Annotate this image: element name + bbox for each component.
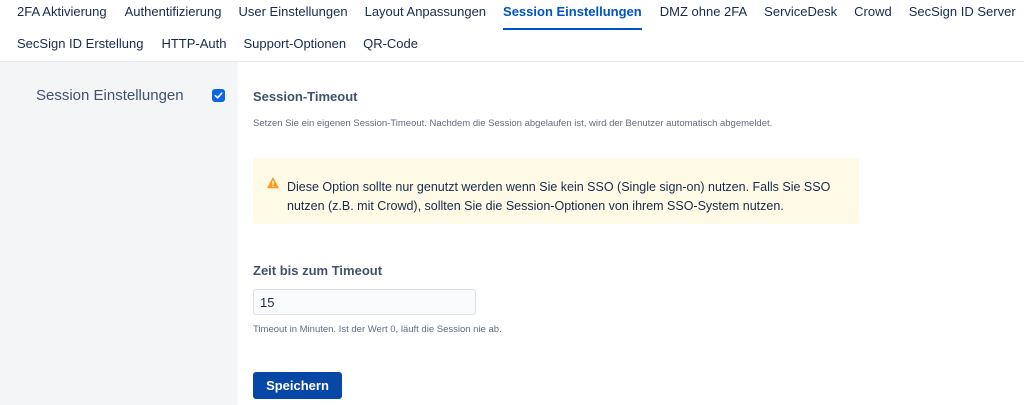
tab-user-einstellungen[interactable]: User Einstellungen: [238, 0, 347, 30]
tab-2fa-aktivierung[interactable]: 2FA Aktivierung: [17, 0, 107, 30]
tab-servicedesk[interactable]: ServiceDesk: [764, 0, 837, 30]
tab-dmz-ohne-2fa[interactable]: DMZ ohne 2FA: [660, 0, 747, 30]
tab-crowd[interactable]: Crowd: [854, 0, 892, 30]
tab-layout-anpassungen[interactable]: Layout Anpassungen: [365, 0, 486, 30]
tab-support-optionen[interactable]: Support-Optionen: [243, 32, 346, 60]
warning-icon: [267, 177, 279, 189]
section-sidebar: [0, 62, 238, 405]
timeout-input[interactable]: [253, 289, 476, 315]
tab-secsign-id-server[interactable]: SecSign ID Server: [909, 0, 1016, 30]
tab-session-einstellungen[interactable]: Session Einstellungen: [503, 0, 642, 30]
session-timeout-heading: Session-Timeout: [253, 89, 358, 104]
checkmark-icon: [214, 92, 223, 99]
tab-secsign-id-erstellung[interactable]: SecSign ID Erstellung: [17, 32, 143, 60]
tab-row-1: 2FA Aktivierung Authentifizierung User E…: [0, 0, 1016, 30]
save-button[interactable]: Speichern: [253, 372, 342, 399]
tab-qr-code[interactable]: QR-Code: [363, 32, 418, 60]
section-title: Session Einstellungen: [36, 87, 184, 104]
tab-authentifizierung[interactable]: Authentifizierung: [125, 0, 222, 30]
timeout-field-label: Zeit bis zum Timeout: [253, 263, 383, 278]
tab-row-2: SecSign ID Erstellung HTTP-Auth Support-…: [0, 32, 418, 60]
session-timeout-description: Setzen Sie ein eigenen Session-Timeout. …: [253, 118, 773, 129]
timeout-hint: Timeout in Minuten. Ist der Wert 0, läuf…: [253, 324, 502, 335]
section-enabled-checkbox[interactable]: [212, 89, 225, 102]
settings-tab-bar: 2FA Aktivierung Authentifizierung User E…: [0, 0, 1024, 62]
warning-text: Diese Option sollte nur genutzt werden w…: [287, 180, 831, 213]
sso-warning-message: Diese Option sollte nur genutzt werden w…: [253, 158, 859, 224]
tab-http-auth[interactable]: HTTP-Auth: [161, 32, 226, 60]
